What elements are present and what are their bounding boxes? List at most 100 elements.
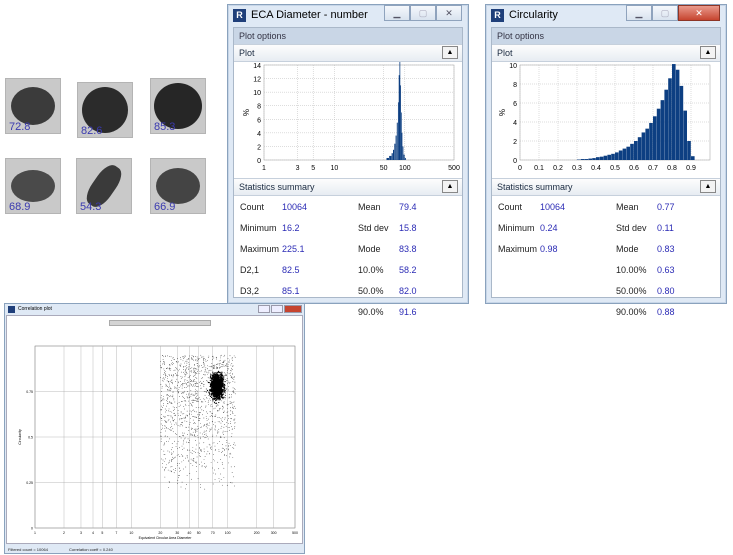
minimize-button[interactable]: ▁	[384, 5, 410, 21]
data-point	[168, 481, 170, 482]
particle-thumbnail[interactable]: 54.3	[76, 158, 132, 214]
eca-diameter-window[interactable]: R ECA Diameter - number ▁ ▢ ✕ Plot optio…	[227, 4, 469, 317]
data-point	[208, 377, 210, 379]
data-point	[227, 365, 229, 367]
data-point	[201, 409, 203, 411]
data-point	[232, 408, 234, 409]
correlation-plot-area: 1 2 3 4 5 7 10 20 30 40 50 70 100 200 300 500 0 0.25 0.5 0.…	[6, 315, 303, 544]
collapse-up-icon[interactable]: ▲	[442, 180, 458, 193]
y-tick-label: 10	[509, 63, 517, 70]
particle-thumbnail[interactable]: 66.9	[150, 158, 206, 214]
data-point	[214, 371, 216, 374]
data-point	[168, 380, 170, 382]
histogram-bar	[395, 135, 397, 160]
data-point	[172, 416, 173, 418]
data-point	[186, 382, 187, 384]
data-point	[188, 423, 190, 425]
data-point	[232, 402, 234, 403]
close-button[interactable]: ✕	[678, 5, 720, 21]
data-point	[192, 419, 194, 421]
data-point	[179, 463, 180, 465]
minimize-button[interactable]: ▁	[626, 5, 652, 21]
window-titlebar[interactable]: R Circularity ▁ ▢ ✕	[486, 5, 726, 27]
data-point	[205, 405, 207, 407]
close-button[interactable]	[284, 305, 302, 313]
maximize-button[interactable]: ▢	[410, 5, 436, 21]
stat-label: Minimum	[240, 223, 277, 233]
data-point	[212, 434, 214, 436]
data-point	[218, 391, 220, 393]
maximize-button[interactable]: ▢	[652, 5, 678, 21]
data-point	[207, 423, 208, 425]
data-point	[192, 358, 193, 360]
data-point	[229, 355, 231, 357]
data-point	[179, 418, 181, 420]
data-point	[171, 363, 172, 365]
data-point	[222, 430, 224, 432]
data-point	[234, 389, 236, 391]
thumbnail-label: 85.3	[154, 121, 176, 133]
data-point	[184, 408, 185, 410]
collapse-up-icon[interactable]: ▲	[442, 46, 458, 59]
data-point	[167, 428, 169, 430]
histogram-bar	[683, 110, 687, 160]
data-point	[172, 406, 174, 408]
data-point	[195, 398, 196, 399]
data-point	[161, 420, 163, 421]
data-point	[187, 414, 188, 416]
data-point	[224, 454, 225, 456]
data-point	[178, 475, 179, 476]
data-point	[179, 365, 181, 366]
data-point	[203, 451, 205, 453]
data-point	[173, 458, 174, 460]
minimize-button[interactable]	[258, 305, 270, 313]
x-tick-label: 1	[262, 165, 266, 172]
data-point	[208, 372, 210, 374]
data-point	[193, 355, 195, 357]
data-point	[166, 376, 168, 377]
stat-label: Count	[498, 202, 523, 212]
data-point	[208, 443, 210, 445]
data-point	[190, 463, 192, 464]
data-point	[212, 385, 215, 387]
data-point	[201, 466, 203, 468]
plot-options-link[interactable]: Plot options	[234, 28, 462, 44]
data-point	[205, 435, 207, 436]
circularity-histogram: 0 2 4 6 8 10 0 0.1 0.2 0.3 0.4 0.5 0.6 0.7 0.8 0.9%	[498, 63, 711, 172]
data-point	[222, 405, 223, 407]
circularity-window[interactable]: R Circularity ▁ ▢ ✕ Plot options Plot ▲ …	[485, 4, 727, 317]
data-point	[190, 380, 191, 382]
data-point	[207, 357, 209, 358]
data-point	[170, 415, 172, 417]
particle-thumbnail[interactable]: 82.6	[77, 82, 133, 138]
data-point	[206, 389, 209, 392]
collapse-up-icon[interactable]: ▲	[700, 180, 716, 193]
horizontal-scrollbar[interactable]	[109, 320, 211, 326]
filtered-count: Filtered count = 10064	[8, 547, 48, 552]
data-point	[219, 398, 221, 400]
particle-thumbnail[interactable]: 72.8	[5, 78, 61, 134]
data-point	[180, 415, 181, 416]
data-point	[205, 465, 207, 467]
maximize-button[interactable]	[271, 305, 283, 313]
data-point	[161, 409, 163, 411]
data-point	[234, 418, 236, 420]
data-point	[225, 366, 227, 367]
data-point	[161, 380, 163, 381]
collapse-up-icon[interactable]: ▲	[700, 46, 716, 59]
data-point	[208, 389, 210, 390]
correlation-plot-window[interactable]: Correlation plot 1 2 3 4 5 7 10 20 30 40 50 70 100 20…	[4, 303, 305, 554]
data-point	[173, 398, 175, 399]
stat-value: 10064	[282, 202, 308, 212]
data-point	[183, 373, 185, 375]
data-point	[228, 423, 230, 424]
particle-thumbnail[interactable]: 68.9	[5, 158, 61, 214]
particle-thumbnail[interactable]: 85.3	[150, 78, 206, 134]
data-point	[199, 463, 200, 465]
data-point	[196, 381, 198, 383]
histogram-bar	[599, 156, 604, 160]
data-point	[223, 388, 225, 390]
window-titlebar[interactable]: R ECA Diameter - number ▁ ▢ ✕	[228, 5, 468, 27]
close-button[interactable]: ✕	[436, 5, 462, 21]
plot-options-link[interactable]: Plot options	[492, 28, 720, 44]
